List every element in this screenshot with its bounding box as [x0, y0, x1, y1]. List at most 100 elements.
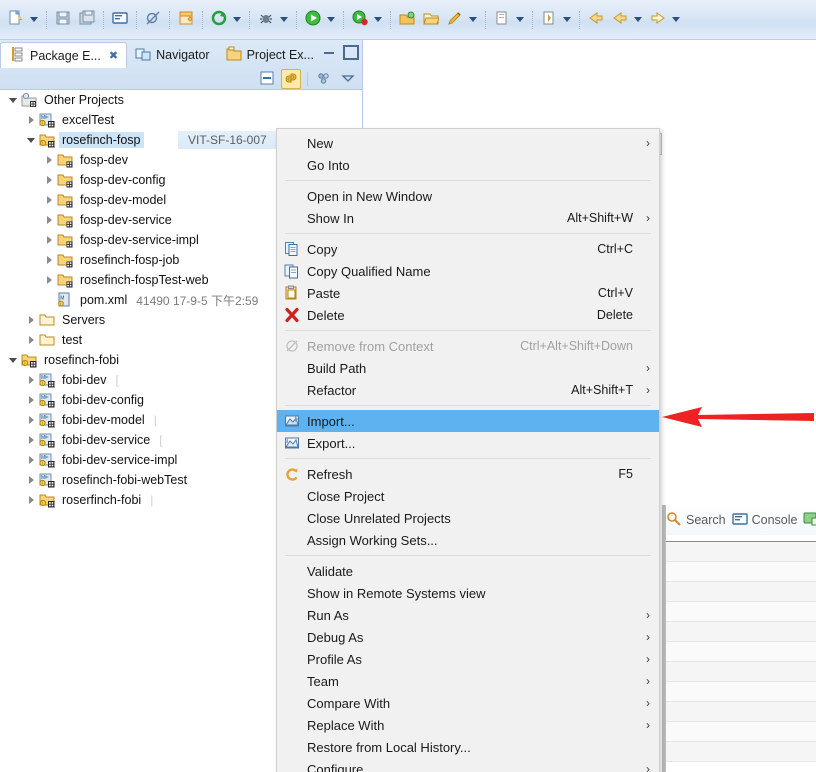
open-console-button[interactable] [109, 9, 131, 31]
bottom-view-row[interactable] [662, 622, 816, 642]
bottom-tab-idx2[interactable] [803, 511, 816, 530]
toolbar-dropdown-arrow-icon[interactable] [278, 9, 290, 31]
bottom-view-body[interactable] [662, 542, 816, 762]
link-with-editor-button[interactable] [281, 69, 301, 89]
chevron-right-icon[interactable] [42, 270, 56, 290]
toolbar-dropdown-arrow-icon[interactable] [28, 9, 40, 31]
menu-item-configure[interactable]: Configure › [277, 758, 659, 772]
bottom-view-row[interactable] [662, 642, 816, 662]
menu-item-delete[interactable]: DeleteDelete› [277, 304, 659, 326]
chevron-right-icon[interactable] [42, 210, 56, 230]
chevron-down-icon[interactable] [6, 350, 20, 370]
close-icon[interactable]: ✖ [109, 49, 118, 62]
chevron-right-icon[interactable] [24, 310, 38, 330]
toolbar-dropdown-arrow-icon[interactable] [372, 9, 384, 31]
bottom-view-row[interactable] [662, 662, 816, 682]
bottom-view-row[interactable] [662, 682, 816, 702]
menu-item-paste[interactable]: PasteCtrl+V› [277, 282, 659, 304]
refresh-maven-button[interactable] [208, 9, 230, 31]
new-package-button[interactable] [175, 9, 197, 31]
tree-item[interactable]: M! excelTest [0, 110, 362, 130]
new-wizard-button[interactable] [5, 9, 27, 31]
debug-button[interactable] [255, 9, 277, 31]
menu-item-profile-as[interactable]: Profile As › [277, 648, 659, 670]
chevron-down-icon[interactable] [6, 90, 20, 110]
menu-item-team[interactable]: Team › [277, 670, 659, 692]
bottom-view-row[interactable] [662, 542, 816, 562]
view-tab-project-ex-[interactable]: Project Ex... [218, 42, 322, 68]
chevron-right-icon[interactable] [24, 410, 38, 430]
chevron-right-icon[interactable] [42, 190, 56, 210]
quick-access-button[interactable] [444, 9, 466, 31]
menu-item-validate[interactable]: Validate› [277, 560, 659, 582]
menu-item-debug-as[interactable]: Debug As › [277, 626, 659, 648]
menu-item-refresh[interactable]: RefreshF5› [277, 463, 659, 485]
maximize-view-button[interactable] [342, 44, 359, 60]
minimize-view-button[interactable] [322, 44, 336, 58]
bottom-tab-console[interactable]: Console [731, 511, 797, 530]
view-dropdown-button[interactable] [338, 69, 358, 89]
new-annotation-button[interactable] [491, 9, 513, 31]
menu-item-copy-qualified-name[interactable]: Copy Qualified Name› [277, 260, 659, 282]
collapse-all-button[interactable] [257, 69, 277, 89]
menu-item-build-path[interactable]: Build Path › [277, 357, 659, 379]
menu-item-restore-from-local-history[interactable]: Restore from Local History...› [277, 736, 659, 758]
chevron-right-icon[interactable] [42, 230, 56, 250]
toolbar-dropdown-arrow-icon[interactable] [231, 9, 243, 31]
bottom-view-row[interactable] [662, 562, 816, 582]
save-button[interactable] [52, 9, 74, 31]
project-context-menu[interactable]: New›Go Into›Open in New Window›Show InAl… [276, 128, 660, 772]
menu-item-new[interactable]: New › [277, 132, 659, 154]
coverage-button[interactable] [349, 9, 371, 31]
forward-button[interactable] [647, 9, 669, 31]
back-history-button[interactable] [609, 9, 631, 31]
tree-item[interactable]: Other Projects [0, 90, 362, 110]
toolbar-dropdown-arrow-icon[interactable] [514, 9, 526, 31]
chevron-right-icon[interactable] [42, 250, 56, 270]
view-tab-navigator[interactable]: Navigator [127, 42, 218, 68]
chevron-right-icon[interactable] [24, 370, 38, 390]
bottom-view-row[interactable] [662, 602, 816, 622]
bottom-tab-search[interactable]: Search [666, 511, 726, 530]
menu-item-replace-with[interactable]: Replace With › [277, 714, 659, 736]
menu-item-refactor[interactable]: Refactor Alt+Shift+T › [277, 379, 659, 401]
chevron-down-icon[interactable] [24, 130, 38, 150]
view-menu-button[interactable] [314, 69, 334, 89]
toolbar-dropdown-arrow-icon[interactable] [325, 9, 337, 31]
menu-item-compare-with[interactable]: Compare With › [277, 692, 659, 714]
menu-item-run-as[interactable]: Run As › [277, 604, 659, 626]
toolbar-dropdown-arrow-icon[interactable] [561, 9, 573, 31]
menu-item-copy[interactable]: CopyCtrl+C› [277, 238, 659, 260]
chevron-right-icon[interactable] [24, 330, 38, 350]
bottom-view-row[interactable] [662, 702, 816, 722]
chevron-right-icon[interactable] [42, 170, 56, 190]
chevron-right-icon[interactable] [24, 490, 38, 510]
chevron-right-icon[interactable] [24, 390, 38, 410]
menu-item-open-in-new-window[interactable]: Open in New Window› [277, 185, 659, 207]
menu-item-export[interactable]: Export...› [277, 432, 659, 454]
run-button[interactable] [302, 9, 324, 31]
bottom-view-scrollbar[interactable] [662, 505, 666, 772]
menu-item-assign-working-sets[interactable]: Assign Working Sets...› [277, 529, 659, 551]
toolbar-dropdown-arrow-icon[interactable] [467, 9, 479, 31]
menu-item-show-in-remote-systems-view[interactable]: Show in Remote Systems view› [277, 582, 659, 604]
open-type-button[interactable] [396, 9, 418, 31]
chevron-right-icon[interactable] [24, 450, 38, 470]
menu-item-import[interactable]: Import...› [277, 410, 659, 432]
view-tab-package-e-[interactable]: Package E... ✖ [0, 42, 128, 68]
toolbar-dropdown-arrow-icon[interactable] [670, 9, 682, 31]
bottom-view-row[interactable] [662, 742, 816, 762]
chevron-right-icon[interactable] [24, 110, 38, 130]
menu-item-close-project[interactable]: Close Project› [277, 485, 659, 507]
skip-breakpoints-button[interactable] [142, 9, 164, 31]
back-button[interactable] [585, 9, 607, 31]
menu-item-close-unrelated-projects[interactable]: Close Unrelated Projects› [277, 507, 659, 529]
bottom-view-row[interactable] [662, 722, 816, 742]
bottom-view-row[interactable] [662, 582, 816, 602]
toolbar-dropdown-arrow-icon[interactable] [632, 9, 644, 31]
open-task-button[interactable] [420, 9, 442, 31]
save-all-button[interactable] [76, 9, 98, 31]
chevron-right-icon[interactable] [42, 150, 56, 170]
chevron-right-icon[interactable] [24, 430, 38, 450]
menu-item-go-into[interactable]: Go Into› [277, 154, 659, 176]
